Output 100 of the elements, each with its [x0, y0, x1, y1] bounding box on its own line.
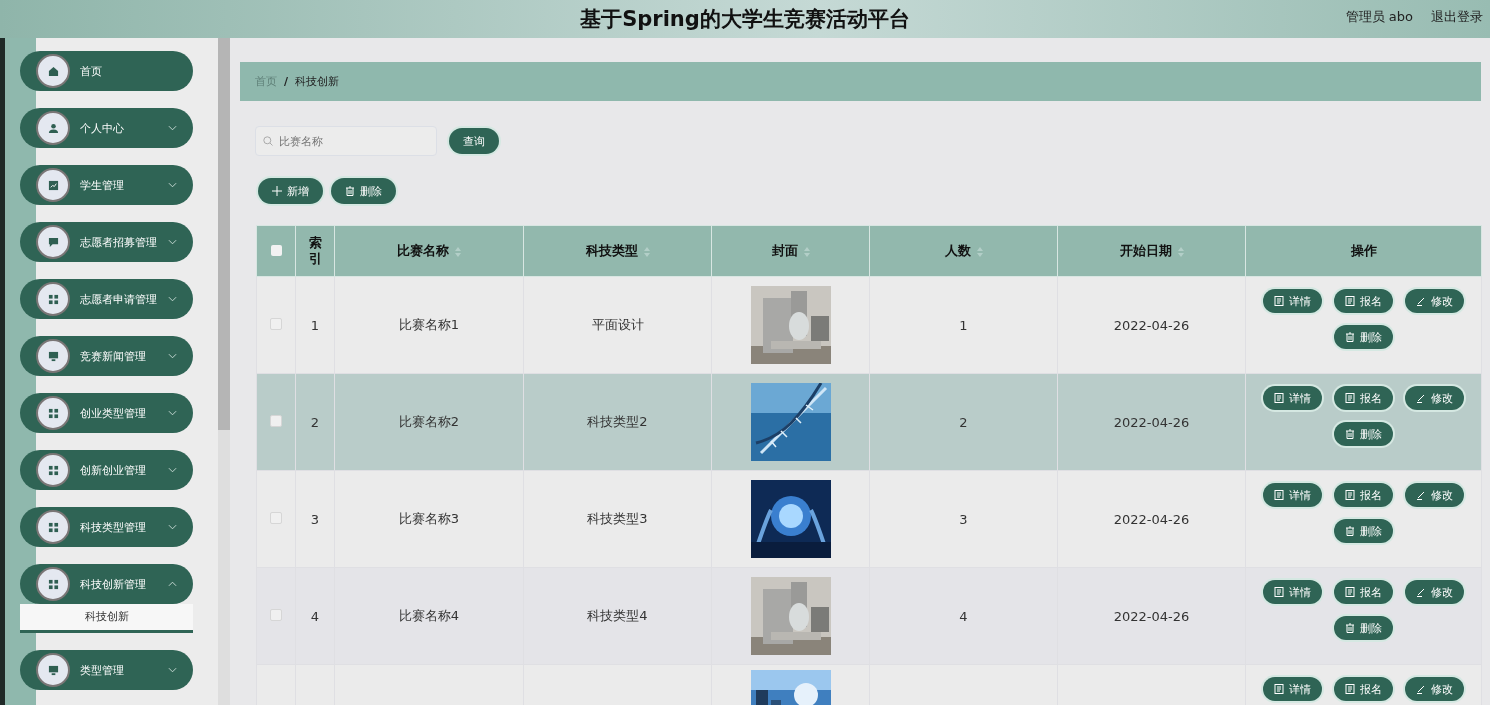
chevron-icon	[168, 410, 177, 416]
column-header[interactable]: 封面	[711, 225, 870, 277]
table-cell: 3	[959, 511, 968, 527]
table-cell: 3	[310, 511, 320, 527]
add-button[interactable]: 新增	[258, 178, 323, 204]
table-cell: 4	[959, 608, 968, 624]
table-cell: 比赛名称3	[398, 511, 460, 526]
table-cell: 2	[959, 414, 968, 430]
menu-item[interactable]: 科技类型管理	[20, 507, 193, 547]
search-field[interactable]: 比赛名称	[255, 126, 437, 156]
menu-item[interactable]: 志愿者申请管理	[20, 279, 193, 319]
chevron-icon	[168, 182, 177, 188]
table-cell: 2022-04-26	[1113, 608, 1190, 624]
app-title: 基于Spring的大学生竞赛活动平台	[580, 6, 910, 33]
trash-icon	[1345, 623, 1355, 633]
table-cell: 1	[310, 317, 320, 333]
chevron-icon	[168, 467, 177, 473]
action-button[interactable]: 报名	[1334, 580, 1393, 604]
table-cell: 比赛名称2	[398, 414, 460, 429]
submenu-item[interactable]: 科技创新	[20, 604, 193, 633]
breadcrumb-separator: /	[284, 75, 289, 88]
document-icon	[1274, 490, 1284, 500]
row-checkbox[interactable]	[270, 511, 282, 524]
edit-button[interactable]: 修改	[1405, 289, 1464, 313]
trash-icon	[1345, 429, 1355, 439]
menu-item[interactable]: 个人中心	[20, 108, 193, 148]
user-icon	[47, 122, 59, 134]
action-button[interactable]: 详情	[1263, 580, 1322, 604]
pencil-icon	[1416, 393, 1426, 403]
grid-icon	[47, 521, 59, 533]
delete-button[interactable]: 删除	[331, 178, 396, 204]
document-icon	[1345, 296, 1355, 306]
menu-item[interactable]: 创新创业管理	[20, 450, 193, 490]
chevron-icon	[168, 667, 177, 673]
edit-button[interactable]: 修改	[1405, 580, 1464, 604]
action-button[interactable]: 详情	[1263, 386, 1322, 410]
pencil-icon	[1416, 296, 1426, 306]
action-button[interactable]: 详情	[1263, 677, 1322, 701]
edit-button[interactable]: 修改	[1405, 386, 1464, 410]
action-button[interactable]: 详情	[1263, 289, 1322, 313]
select-all-checkbox[interactable]	[270, 244, 282, 256]
delete-button[interactable]: 删除	[1334, 519, 1393, 543]
column-header[interactable]: 比赛名称	[334, 225, 524, 277]
document-icon	[1274, 296, 1284, 306]
column-header[interactable]: 开始日期	[1057, 225, 1246, 277]
logout-link[interactable]: 退出登录	[1431, 8, 1483, 26]
delete-button[interactable]: 删除	[1334, 616, 1393, 640]
table-cell: 2022-04-26	[1113, 317, 1190, 333]
grid-icon	[47, 464, 59, 476]
chevron-icon	[168, 524, 177, 530]
document-icon	[1345, 490, 1355, 500]
scrollbar[interactable]	[218, 38, 230, 430]
menu-item[interactable]: 志愿者招募管理	[20, 222, 193, 262]
table-cell: 比赛名称4	[398, 608, 460, 623]
column-header: 操作	[1245, 225, 1482, 277]
menu-item[interactable]: 类型管理	[20, 650, 193, 690]
sort-icon[interactable]	[1177, 246, 1184, 257]
breadcrumb-link[interactable]: 科技创新	[295, 74, 340, 89]
menu-item[interactable]: 科技创新管理	[20, 564, 193, 604]
table-cell: 1	[959, 317, 968, 333]
table-cell: 2022-04-26	[1113, 511, 1190, 527]
menu-item[interactable]: 学生管理	[20, 165, 193, 205]
action-button[interactable]: 报名	[1334, 677, 1393, 701]
sort-icon[interactable]	[976, 246, 983, 257]
menu-item[interactable]: 首页	[20, 51, 193, 91]
grid-icon	[47, 407, 59, 419]
row-checkbox[interactable]	[270, 414, 282, 427]
query-button[interactable]: 查询	[449, 128, 499, 154]
menu-item[interactable]: 竞赛新闻管理	[20, 336, 193, 376]
row-checkbox[interactable]	[270, 608, 282, 621]
action-button[interactable]: 报名	[1334, 289, 1393, 313]
document-icon	[1274, 393, 1284, 403]
table-cell: 科技类型3	[587, 511, 648, 526]
chevron-icon	[168, 581, 177, 587]
grid-icon	[47, 578, 59, 590]
edit-button[interactable]: 修改	[1405, 677, 1464, 701]
action-button[interactable]: 详情	[1263, 483, 1322, 507]
trash-icon	[345, 186, 355, 196]
menu-item[interactable]: 创业类型管理	[20, 393, 193, 433]
column-header: 索引	[295, 225, 335, 277]
home-icon	[47, 65, 59, 77]
action-button[interactable]: 报名	[1334, 483, 1393, 507]
trash-icon	[1345, 526, 1355, 536]
delete-button[interactable]: 删除	[1334, 422, 1393, 446]
sort-icon[interactable]	[643, 246, 650, 257]
document-icon	[1345, 684, 1355, 694]
document-icon	[1345, 587, 1355, 597]
row-checkbox[interactable]	[270, 317, 282, 330]
table-cell: 平面设计	[591, 317, 644, 332]
edit-button[interactable]: 修改	[1405, 483, 1464, 507]
column-header[interactable]: 科技类型	[523, 225, 712, 277]
column-header[interactable]: 人数	[869, 225, 1058, 277]
grid-icon	[47, 293, 59, 305]
action-button[interactable]: 报名	[1334, 386, 1393, 410]
delete-button[interactable]: 删除	[1334, 325, 1393, 349]
sort-icon[interactable]	[803, 246, 810, 257]
monitor-icon	[47, 664, 59, 676]
sort-icon[interactable]	[455, 246, 461, 257]
table-cell: 4	[310, 608, 320, 624]
pencil-icon	[1416, 490, 1426, 500]
